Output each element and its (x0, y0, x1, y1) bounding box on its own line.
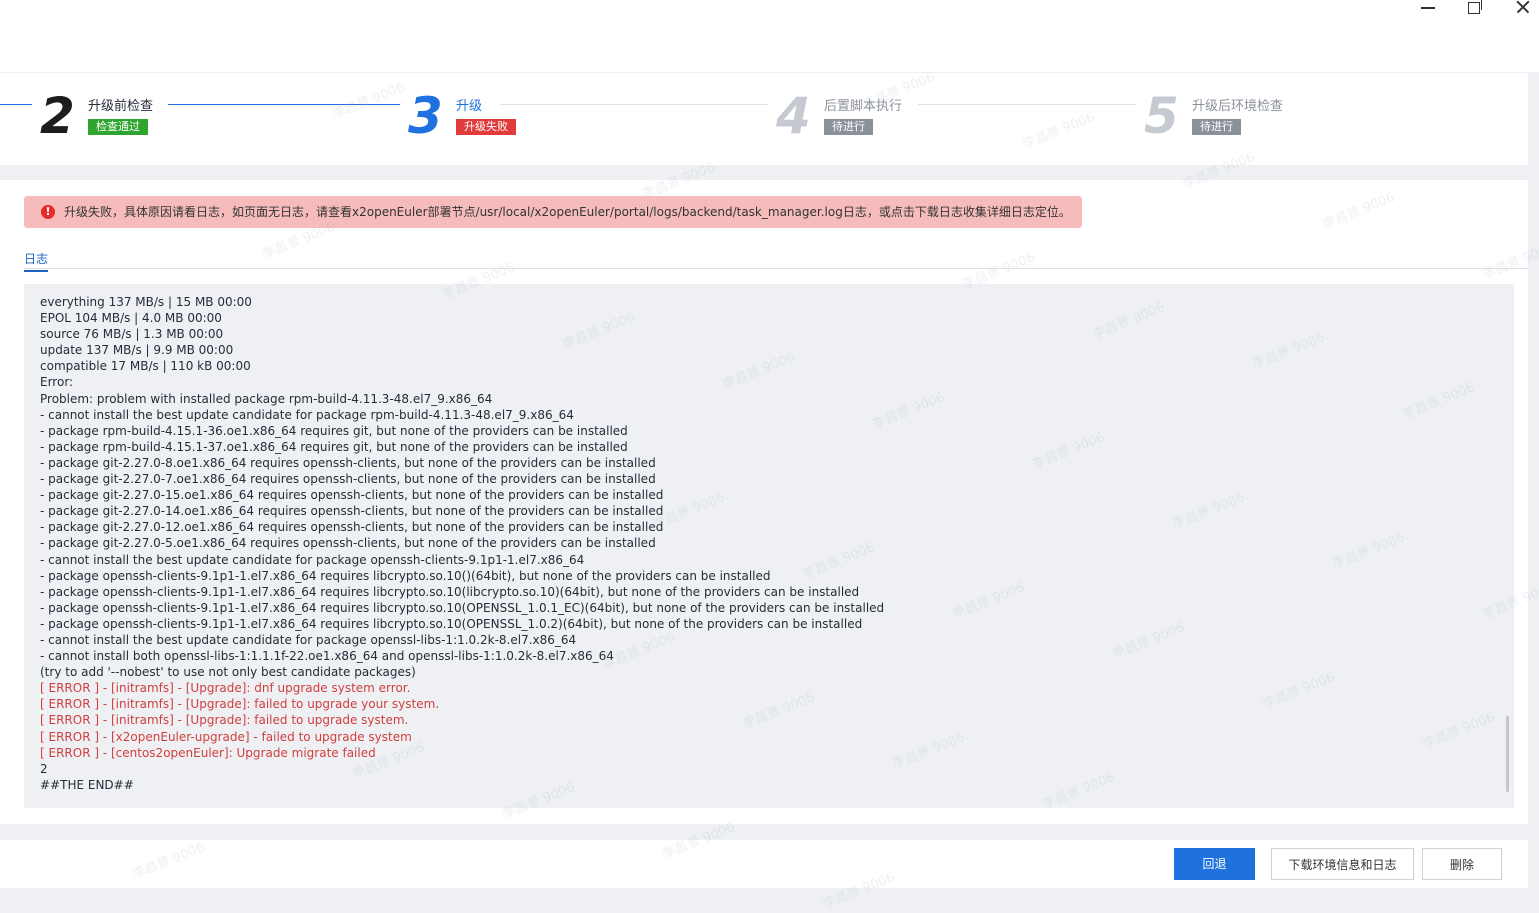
log-line: - package git-2.27.0-7.oe1.x86_64 requir… (40, 472, 656, 487)
step-number: 5 (1144, 87, 1179, 145)
step-title: 后置脚本执行 (824, 99, 903, 114)
log-line: - package git-2.27.0-12.oe1.x86_64 requi… (40, 520, 664, 535)
step-connector (0, 104, 32, 105)
close-icon[interactable] (1508, 0, 1538, 20)
maximize-icon[interactable] (1461, 0, 1491, 20)
status-badge: 升级失败 (456, 119, 516, 135)
step-title: 升级 (456, 99, 483, 114)
log-line-error: [ ERROR ] - [initramfs] - [Upgrade]: dnf… (40, 681, 411, 696)
upgrade-steps: 2 升级前检查 检查通过 3 升级 升级失败 4 后置脚本执行 待进行 5 升级… (0, 73, 1528, 165)
step-title: 升级后环境检查 (1192, 99, 1284, 114)
log-viewer[interactable]: everything 137 MB/s | 15 MB 00:00 EPOL 10… (24, 284, 1514, 808)
log-line: 2 (40, 761, 48, 776)
log-line: - package openssh-clients-9.1p1-1.el7.x8… (40, 600, 885, 615)
step-title: 升级前检查 (88, 99, 154, 114)
log-line: compatible 17 MB/s | 110 kB 00:00 (40, 359, 251, 374)
log-line: - cannot install the best update candida… (40, 407, 574, 422)
log-line-error: [ ERROR ] - [initramfs] - [Upgrade]: fai… (40, 697, 440, 712)
log-line: update 137 MB/s | 9.9 MB 00:00 (40, 343, 234, 358)
error-icon: ! (41, 205, 55, 219)
log-line: source 76 MB/s | 1.3 MB 00:00 (40, 327, 224, 342)
log-line: - cannot install the best update candida… (40, 632, 577, 647)
download-logs-button[interactable]: 下载环境信息和日志 (1271, 848, 1414, 880)
status-badge: 待进行 (824, 119, 873, 135)
log-line: Error: (40, 375, 74, 390)
step-connector (500, 104, 768, 105)
log-line-error: [ ERROR ] - [initramfs] - [Upgrade]: fai… (40, 713, 409, 728)
alert-text: 升级失败，具体原因请看日志，如页面无日志，请查看x2openEuler部署节点/… (64, 205, 1071, 219)
log-line: - package git-2.27.0-15.oe1.x86_64 requi… (40, 488, 664, 503)
minimize-icon[interactable] (1414, 0, 1444, 20)
log-line: - package openssh-clients-9.1p1-1.el7.x8… (40, 584, 860, 599)
log-content: everything 137 MB/s | 15 MB 00:00 EPOL 10… (40, 294, 884, 793)
log-line: EPOL 104 MB/s | 4.0 MB 00:00 (40, 311, 222, 326)
log-line: - package git-2.27.0-8.oe1.x86_64 requir… (40, 455, 656, 470)
delete-button[interactable]: 删除 (1422, 848, 1502, 880)
step-number: 4 (776, 87, 811, 145)
log-line-error: [ ERROR ] - [centos2openEuler]: Upgrade … (40, 745, 376, 760)
status-badge: 待进行 (1192, 119, 1241, 135)
rollback-button[interactable]: 回退 (1174, 848, 1255, 880)
status-badge: 检查通过 (88, 119, 148, 135)
log-line: Problem: problem with installed package … (40, 391, 493, 406)
log-line: - cannot install the best update candida… (40, 552, 585, 567)
log-line: - package rpm-build-4.15.1-36.oe1.x86_64… (40, 423, 628, 438)
log-scrollbar[interactable] (1506, 716, 1509, 792)
log-line: - package git-2.27.0-14.oe1.x86_64 requi… (40, 504, 664, 519)
log-line: - package rpm-build-4.15.1-37.oe1.x86_64… (40, 439, 628, 454)
log-line: - package openssh-clients-9.1p1-1.el7.x8… (40, 616, 863, 631)
error-alert: ! 升级失败，具体原因请看日志，如页面无日志，请查看x2openEuler部署节… (24, 196, 1082, 228)
tab-divider (24, 268, 1528, 269)
main-panel: ! 升级失败，具体原因请看日志，如页面无日志，请查看x2openEuler部署节… (0, 180, 1528, 824)
step-number: 2 (40, 87, 75, 145)
step-connector (918, 104, 1136, 105)
step-number: 3 (408, 87, 443, 145)
log-line-error: [ ERROR ] - [x2openEuler-upgrade] - fail… (40, 729, 412, 744)
log-line: - cannot install both openssl-libs-1:1.1… (40, 649, 614, 664)
footer-actions: 回退 下载环境信息和日志 删除 (0, 840, 1528, 888)
window-titlebar (0, 0, 1539, 72)
log-line: everything 137 MB/s | 15 MB 00:00 (40, 295, 252, 309)
log-line: ##THE END## (40, 777, 134, 792)
step-connector (168, 104, 400, 105)
log-line: - package openssh-clients-9.1p1-1.el7.x8… (40, 568, 771, 583)
log-line: (try to add '--nobest' to use not only b… (40, 665, 416, 680)
log-line: - package git-2.27.0-5.oe1.x86_64 requir… (40, 536, 656, 551)
